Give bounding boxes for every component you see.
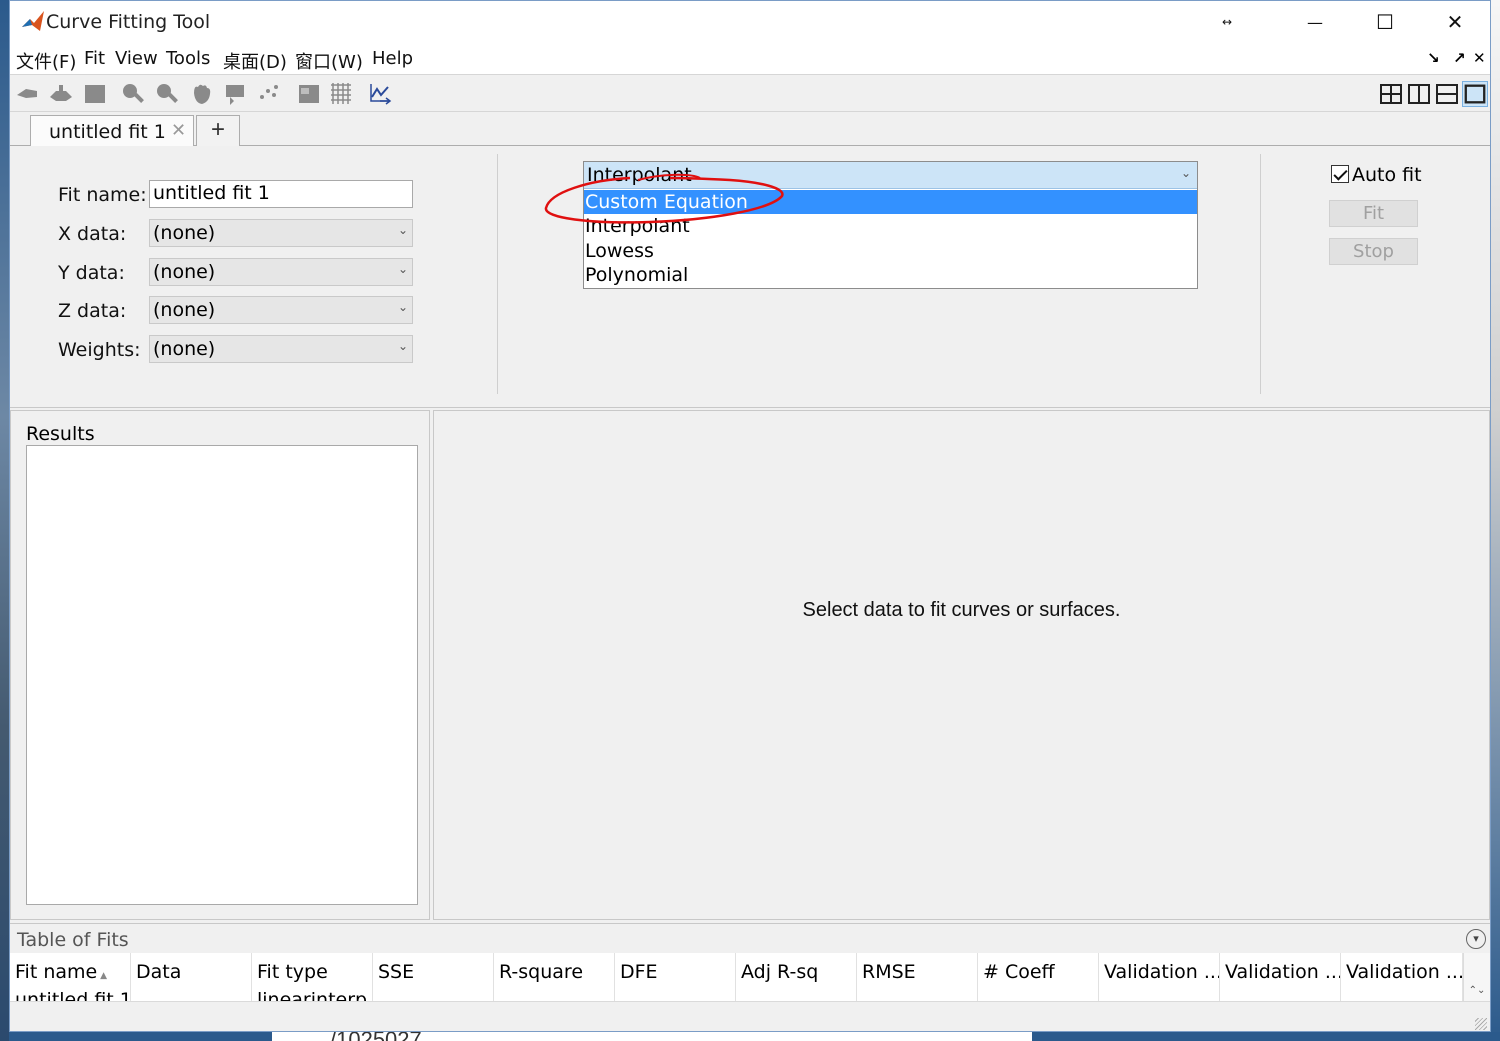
close-button[interactable]: ✕ [1420, 1, 1490, 43]
z-data-value: (none) [153, 299, 216, 321]
status-bar [10, 1001, 1490, 1031]
panel-divider [497, 154, 498, 394]
z-data-select[interactable]: (none) ⌄ [149, 296, 413, 324]
legend-icon[interactable] [296, 81, 322, 107]
table-scrollbar[interactable]: ⌃⌄ [1463, 953, 1490, 1001]
chevron-down-icon: ⌄ [397, 300, 408, 314]
curve-fitting-window: Curve Fitting Tool ↔ — ☐ ✕ 文件(F) Fit Vie… [9, 0, 1491, 1032]
column-header-validation-2[interactable]: Validation ... [1220, 953, 1341, 1001]
add-tab-button[interactable]: + [196, 115, 240, 146]
zoom-out-icon[interactable] [154, 81, 180, 107]
table-of-fits-title: Table of Fits [17, 929, 129, 951]
desktop-background-right [1491, 0, 1500, 1041]
y-data-select[interactable]: (none) ⌄ [149, 258, 413, 286]
results-label: Results [26, 423, 95, 445]
column-header-validation-1[interactable]: Validation ... [1099, 953, 1220, 1001]
weights-value: (none) [153, 338, 216, 360]
y-data-label: Y data: [58, 262, 125, 284]
results-textbox[interactable] [26, 445, 418, 905]
results-pane: Results [10, 410, 430, 920]
x-data-label: X data: [58, 223, 127, 245]
chevron-down-icon: ⌄ [397, 262, 408, 276]
table-of-fits-header: Table of Fits ▾ [10, 923, 1490, 953]
zoom-in-icon[interactable] [120, 81, 146, 107]
chevron-down-icon: ⌄ [397, 223, 408, 237]
plot-placeholder-message: Select data to fit curves or surfaces. [802, 599, 1121, 621]
table-row-fit-name[interactable]: untitled fit 1 [15, 989, 132, 1001]
tab-label: untitled fit 1 [49, 121, 166, 143]
column-header-coeff[interactable]: # Coeff [978, 953, 1099, 1001]
column-header-sse[interactable]: SSE [373, 953, 494, 1001]
collapse-icon[interactable]: ▾ [1466, 929, 1486, 949]
maximize-button[interactable]: ☐ [1350, 1, 1420, 43]
fit-name-input[interactable]: untitled fit 1 [149, 180, 413, 208]
dock-icon[interactable]: ↗ [1453, 49, 1466, 67]
auto-fit-label: Auto fit [1352, 164, 1422, 186]
menu-view[interactable]: View [115, 48, 158, 69]
column-header-validation-3[interactable]: Validation ... [1341, 953, 1463, 1001]
tab-close-icon[interactable]: ✕ [171, 120, 186, 141]
window-title: Curve Fitting Tool [46, 11, 211, 33]
new-fit-icon[interactable] [14, 81, 40, 107]
fit-type-option-lowess[interactable]: Lowess [584, 239, 1197, 263]
fit-type-option-polynomial[interactable]: Polynomial [584, 263, 1197, 287]
tile-4-icon[interactable] [1378, 81, 1404, 107]
menu-window[interactable]: 窗口(W) [295, 48, 363, 74]
menu-file[interactable]: 文件(F) [16, 48, 76, 74]
desktop-background-left [0, 0, 9, 1041]
menu-help[interactable]: Help [372, 48, 413, 69]
column-header-dfe[interactable]: DFE [615, 953, 736, 1001]
menu-desktop[interactable]: 桌面(D) [223, 48, 287, 74]
weights-label: Weights: [58, 339, 141, 361]
matlab-logo-icon [22, 11, 44, 31]
undock-icon[interactable]: ↘ [1427, 49, 1440, 67]
column-header-r-square[interactable]: R-square [494, 953, 615, 1001]
column-header-data[interactable]: Data [131, 953, 252, 1001]
toolbar [10, 74, 1490, 112]
annotation-circle [544, 173, 784, 224]
fit-tabs: untitled fit 1 ✕ + [10, 112, 1490, 147]
tile-vertical-icon[interactable] [1406, 81, 1432, 107]
close-doc-icon[interactable]: ✕ [1473, 49, 1486, 67]
x-data-value: (none) [153, 222, 216, 244]
y-data-value: (none) [153, 261, 216, 283]
tile-horizontal-icon[interactable] [1434, 81, 1460, 107]
menu-tools[interactable]: Tools [166, 48, 210, 69]
panel-divider [1260, 154, 1261, 394]
pan-icon[interactable] [188, 81, 214, 107]
residuals-icon[interactable] [368, 81, 394, 107]
menu-bar: 文件(F) Fit View Tools 桌面(D) 窗口(W) Help ↘ … [10, 43, 1490, 74]
plot-pane: Select data to fit curves or surfaces. [433, 410, 1490, 920]
stop-button[interactable]: Stop [1329, 238, 1418, 265]
weights-select[interactable]: (none) ⌄ [149, 335, 413, 363]
menu-fit[interactable]: Fit [84, 48, 105, 69]
fit-name-label: Fit name: [58, 184, 147, 206]
z-data-label: Z data: [58, 300, 127, 322]
x-data-select[interactable]: (none) ⌄ [149, 219, 413, 247]
fit-button[interactable]: Fit [1329, 200, 1418, 227]
title-bar: Curve Fitting Tool ↔ — ☐ ✕ [10, 1, 1490, 43]
duplicate-icon[interactable] [48, 81, 74, 107]
table-row-fit-type: linearinterp [257, 989, 368, 1001]
exclude-icon[interactable] [256, 81, 282, 107]
restore-small-icon[interactable]: ↔ [1192, 1, 1262, 43]
table-of-fits: Fit name ▲ Data Fit type SSE R-square DF… [10, 953, 1463, 1001]
column-header-rmse[interactable]: RMSE [857, 953, 978, 1001]
auto-fit-checkbox[interactable]: Auto fit [1331, 164, 1422, 186]
chevron-down-icon: ⌄ [397, 339, 408, 353]
checkbox-checked-icon [1331, 165, 1349, 183]
tab-untitled-fit-1[interactable]: untitled fit 1 ✕ [30, 115, 194, 147]
resize-grip-icon[interactable] [1475, 1018, 1487, 1030]
grid-icon[interactable] [328, 81, 354, 107]
column-header-adj-r-sq[interactable]: Adj R-sq [736, 953, 857, 1001]
data-cursor-icon[interactable] [222, 81, 248, 107]
sort-ascending-icon: ▲ [97, 971, 107, 981]
delete-icon[interactable] [82, 81, 108, 107]
chevron-down-icon: ⌄ [1180, 166, 1191, 180]
single-pane-icon[interactable] [1462, 81, 1488, 107]
minimize-button[interactable]: — [1280, 1, 1350, 43]
